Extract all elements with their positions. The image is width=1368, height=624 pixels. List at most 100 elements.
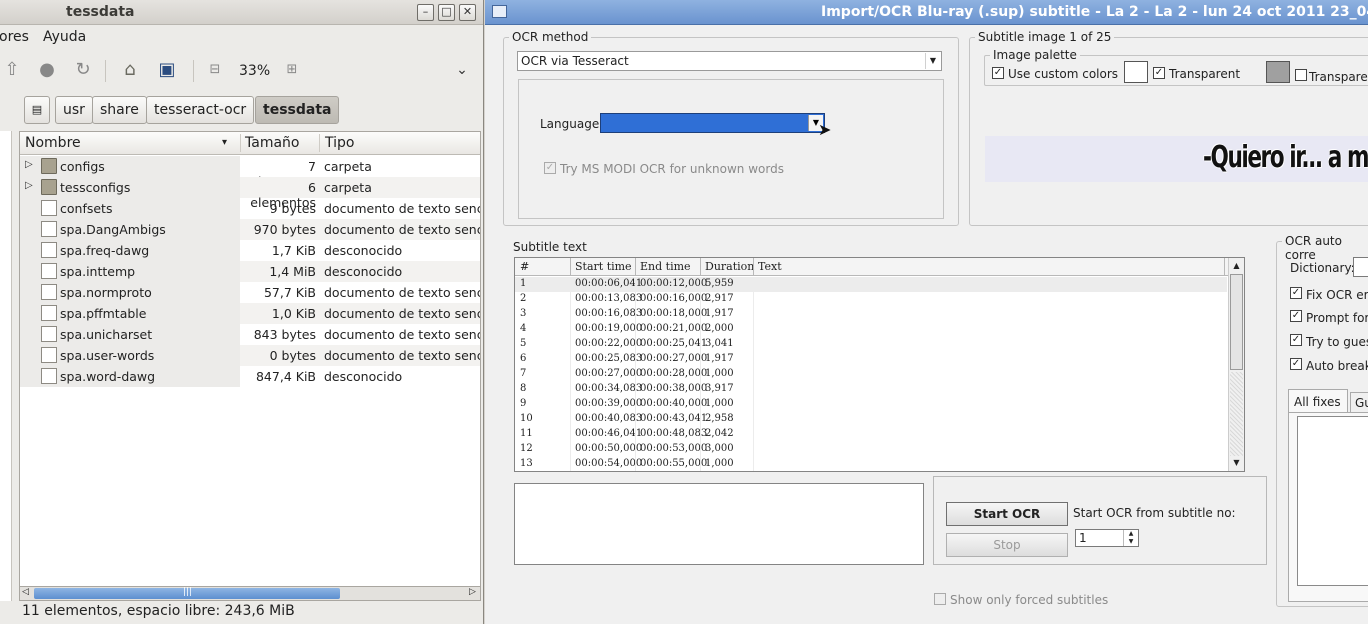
dropdown-arrow-icon[interactable]: ▼ <box>925 53 940 69</box>
path-bar: ▤ usr share tesseract-ocr tessdata <box>0 96 483 126</box>
start-ocr-button[interactable]: Start OCR <box>946 502 1068 526</box>
file-row[interactable]: confsets 9 bytes documento de texto sencil… <box>20 198 480 219</box>
row-duration: 3,000 <box>705 443 734 454</box>
prompt-unknown-checkbox[interactable]: ✓ <box>1290 310 1302 322</box>
maximize-button[interactable]: □ <box>438 4 455 21</box>
subtitle-row[interactable]: 8 00:00:34,083 00:00:38,000 3,917 <box>515 382 1227 397</box>
dictionary-select[interactable] <box>1353 257 1368 277</box>
subtitle-row[interactable]: 11 00:00:46,041 00:00:48,083 2,042 <box>515 427 1227 442</box>
system-menu-icon[interactable] <box>492 5 507 18</box>
menu-marcadores[interactable]: ores <box>0 29 29 45</box>
scroll-up-icon[interactable]: ▲ <box>1230 259 1243 273</box>
minimize-button[interactable]: – <box>417 4 434 21</box>
chevron-down-icon[interactable]: ⌄ <box>450 58 474 82</box>
expander-triangle-icon[interactable]: ▷ <box>25 159 33 170</box>
col-number[interactable]: # <box>520 260 529 273</box>
path-share[interactable]: share <box>92 96 147 124</box>
ocr-titlebar[interactable]: Import/OCR Blu-ray (.sup) subtitle - La … <box>485 0 1368 25</box>
all-fixes-list[interactable] <box>1297 416 1368 586</box>
subtitle-text-editor[interactable] <box>514 483 924 565</box>
col-end-time[interactable]: End time <box>640 260 691 273</box>
computer-icon[interactable]: ▣ <box>155 58 179 82</box>
home-icon[interactable]: ⌂ <box>118 58 142 82</box>
file-row[interactable]: spa.pffmtable 1,0 KiB documento de texto s… <box>20 303 480 324</box>
start-from-spinner[interactable]: 1 ▲ ▼ <box>1075 529 1139 547</box>
color-swatch-gray[interactable] <box>1266 61 1290 83</box>
scroll-down-icon[interactable]: ▼ <box>1230 456 1243 470</box>
spin-down-icon[interactable]: ▼ <box>1123 538 1138 546</box>
expander-triangle-icon[interactable]: ▷ <box>25 180 33 191</box>
file-row[interactable]: spa.unicharset 843 bytes documento de text… <box>20 324 481 345</box>
file-row[interactable]: ▷ tessconfigs 6 elementos carpeta <box>20 177 480 210</box>
file-row[interactable]: spa.word-dawg 847,4 KiB desconocido <box>20 366 480 387</box>
tab-all-fixes[interactable]: All fixes <box>1288 389 1348 413</box>
use-custom-colors-checkbox[interactable]: ✓ <box>992 67 1004 79</box>
file-row[interactable]: spa.user-words 0 bytes documento de texto … <box>20 345 480 366</box>
tab-guesses-label: Gu <box>1355 396 1368 410</box>
path-usr[interactable]: usr <box>55 96 93 124</box>
subtitle-row[interactable]: 9 00:00:39,000 00:00:40,000 1,000 <box>515 397 1227 412</box>
file-row[interactable]: spa.DangAmbigs 970 bytes documento de text… <box>20 219 480 240</box>
sort-chevron-icon[interactable]: ▾ <box>222 137 227 148</box>
row-number: 10 <box>520 413 533 424</box>
col-text[interactable]: Text <box>758 260 782 273</box>
row-duration: 1,000 <box>705 398 734 409</box>
zoom-out-icon[interactable]: ⊟ <box>203 58 227 82</box>
subtitle-row[interactable]: 4 00:00:19,000 00:00:21,000 2,000 <box>515 322 1227 337</box>
color-swatch-white[interactable] <box>1124 61 1148 83</box>
column-nombre[interactable]: Nombre <box>25 135 81 151</box>
stop-button[interactable]: Stop <box>946 533 1068 557</box>
subtitle-row[interactable]: 6 00:00:25,083 00:00:27,000 1,917 <box>515 352 1227 367</box>
tab-guesses[interactable]: Gu <box>1350 392 1368 413</box>
show-forced-checkbox[interactable] <box>934 593 946 605</box>
transparent-checkbox-2[interactable] <box>1295 69 1307 81</box>
row-duration: 2,000 <box>705 323 734 334</box>
file-type: carpeta <box>324 180 372 195</box>
col-start-time[interactable]: Start time <box>575 260 632 273</box>
ocr-method-select[interactable]: OCR via Tesseract ▼ <box>517 51 942 71</box>
auto-break-checkbox[interactable]: ✓ <box>1290 358 1302 370</box>
col-duration[interactable]: Duration <box>705 260 754 273</box>
subtitle-table-scrollbar[interactable]: ▲ ▼ <box>1228 258 1244 471</box>
try-guess-checkbox[interactable]: ✓ <box>1290 334 1302 346</box>
subtitle-row[interactable]: 13 00:00:54,000 00:00:55,000 1,000 <box>515 457 1227 471</box>
subtitle-row[interactable]: 7 00:00:27,000 00:00:28,000 1,000 <box>515 367 1227 382</box>
up-icon[interactable]: ⇧ <box>0 58 24 82</box>
file-manager-titlebar[interactable]: tessdata – □ ✕ <box>0 0 483 25</box>
transparent-checkbox-1[interactable]: ✓ <box>1153 67 1165 79</box>
file-row[interactable]: spa.inttemp 1,4 MiB desconocido <box>20 261 480 282</box>
try-modi-checkbox[interactable]: ✓ <box>544 162 556 174</box>
subtitle-row[interactable]: 1 00:00:06,041 00:00:12,000 5,959 <box>515 277 1227 292</box>
tesseract-options-panel <box>518 79 944 219</box>
language-select[interactable]: ▼ <box>600 113 825 133</box>
file-type: documento de texto sencillo <box>324 327 481 342</box>
file-row[interactable]: ▷configs7 elementoscarpeta <box>20 156 480 189</box>
horizontal-scrollbar[interactable]: ◁ ||| ▷ <box>19 586 481 601</box>
menu-ayuda[interactable]: Ayuda <box>43 29 86 45</box>
subtitle-image-label: Subtitle image 1 of 25 <box>975 30 1115 44</box>
fix-ocr-errors-checkbox[interactable]: ✓ <box>1290 287 1302 299</box>
close-button[interactable]: ✕ <box>459 4 476 21</box>
scrollbar-track[interactable] <box>1230 372 1243 456</box>
row-end-time: 00:00:55,000 <box>640 458 708 469</box>
stop-icon[interactable]: ● <box>35 58 59 82</box>
reload-icon[interactable]: ↻ <box>71 58 95 82</box>
subtitle-row[interactable]: 2 00:00:13,083 00:00:16,000 2,917 <box>515 292 1227 307</box>
path-tessdata[interactable]: tessdata <box>255 96 340 124</box>
subtitle-row[interactable]: 3 00:00:16,083 00:00:18,000 1,917 <box>515 307 1227 322</box>
path-tesseract-ocr[interactable]: tesseract-ocr <box>146 96 255 124</box>
ocr-method-value: OCR via Tesseract <box>521 54 629 68</box>
zoom-in-icon[interactable]: ⊞ <box>280 58 304 82</box>
spin-up-icon[interactable]: ▲ <box>1123 530 1138 538</box>
subtitle-row[interactable]: 10 00:00:40,083 00:00:43,041 2,958 <box>515 412 1227 427</box>
subtitle-row[interactable]: 5 00:00:22,000 00:00:25,041 3,041 <box>515 337 1227 352</box>
file-row[interactable]: spa.freq-dawg 1,7 KiB desconocido <box>20 240 480 261</box>
scroll-left-icon[interactable]: ◁ <box>22 587 29 597</box>
column-tamano[interactable]: Tamaño <box>245 135 299 151</box>
subtitle-row[interactable]: 12 00:00:50,000 00:00:53,000 3,000 <box>515 442 1227 457</box>
path-toggle-icon[interactable]: ▤ <box>24 96 50 124</box>
scrollbar-thumb[interactable] <box>1230 274 1243 370</box>
column-tipo[interactable]: Tipo <box>325 135 354 151</box>
scroll-right-icon[interactable]: ▷ <box>469 587 476 597</box>
file-row[interactable]: spa.normproto 57,7 KiB documento de texto … <box>20 282 480 303</box>
